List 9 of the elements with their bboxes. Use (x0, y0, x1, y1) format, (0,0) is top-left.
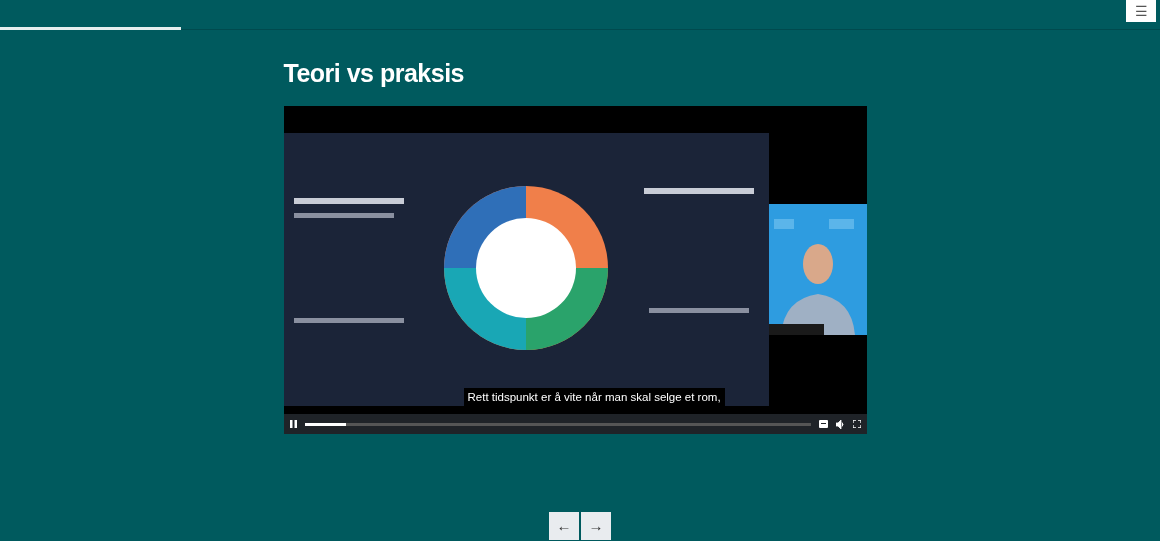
seek-bar[interactable] (304, 422, 811, 426)
volume-button[interactable] (835, 419, 845, 429)
previous-button[interactable]: ← (549, 512, 579, 540)
menu-button[interactable]: ☰ (1126, 0, 1156, 22)
next-button[interactable]: → (581, 512, 611, 540)
page-title: Teori vs praksis (283, 58, 466, 88)
pause-button[interactable] (289, 420, 297, 428)
captions-button[interactable] (818, 420, 828, 428)
fullscreen-button[interactable] (852, 420, 861, 428)
